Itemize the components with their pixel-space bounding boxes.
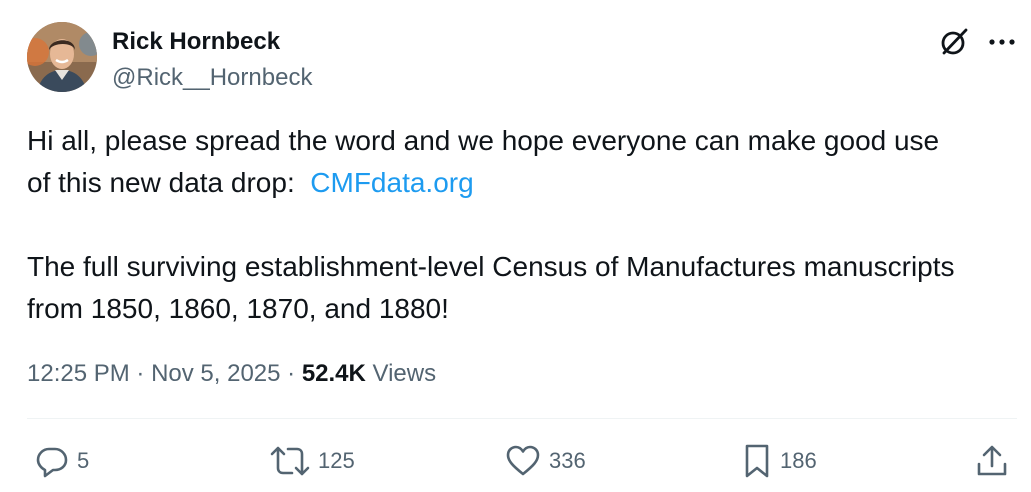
bookmark-icon xyxy=(745,444,769,478)
repost-button[interactable]: 125 xyxy=(270,443,355,479)
views-label: Views xyxy=(365,360,437,387)
cmfdata-link[interactable]: CMFdata.org xyxy=(310,167,473,198)
views-count: 52.4K xyxy=(301,360,366,387)
author-handle[interactable]: @Rick__Hornbeck xyxy=(112,63,312,93)
share-icon xyxy=(977,445,1007,476)
profile-photo-icon xyxy=(27,22,97,92)
avatar[interactable] xyxy=(27,22,97,92)
grok-icon[interactable] xyxy=(938,26,970,58)
like-button[interactable]: 336 xyxy=(505,443,586,479)
divider xyxy=(27,418,1017,419)
repost-count: 125 xyxy=(318,448,355,473)
author-display-name[interactable]: Rick Hornbeck xyxy=(112,27,280,57)
reply-button[interactable]: 5 xyxy=(35,443,89,479)
more-options-icon[interactable] xyxy=(985,26,1019,58)
share-button[interactable] xyxy=(975,443,1009,479)
tweet-text: Hi all, please spread the word and we ho… xyxy=(27,120,1017,330)
tweet-time[interactable]: 12:25 PM xyxy=(27,360,130,387)
tweet-line: Hi all, please spread the word and we ho… xyxy=(27,125,940,156)
tweet-line: from 1850, 1860, 1870, and 1880! xyxy=(27,293,449,324)
tweet-date[interactable]: Nov 5, 2025 xyxy=(151,360,280,387)
meta-separator: · xyxy=(280,360,302,387)
tweet-meta: 12:25 PM · Nov 5, 2025 · 52.4K Views xyxy=(27,358,436,390)
tweet-line: The full surviving establishment-level C… xyxy=(27,251,955,282)
meta-separator: · xyxy=(129,360,152,387)
reply-icon xyxy=(36,447,68,478)
heart-icon xyxy=(506,445,540,476)
bookmark-count: 186 xyxy=(780,448,817,473)
bookmark-button[interactable]: 186 xyxy=(742,443,817,479)
tweet-card: Rick Hornbeck @Rick__Hornbeck Hi all, pl… xyxy=(0,0,1031,492)
like-count: 336 xyxy=(549,448,586,473)
tweet-line-prefix: of this new data drop: xyxy=(27,167,311,198)
tweet-line: of this new data drop: CMFdata.org xyxy=(27,162,1017,204)
repost-icon xyxy=(270,446,310,476)
reply-count: 5 xyxy=(77,448,90,473)
